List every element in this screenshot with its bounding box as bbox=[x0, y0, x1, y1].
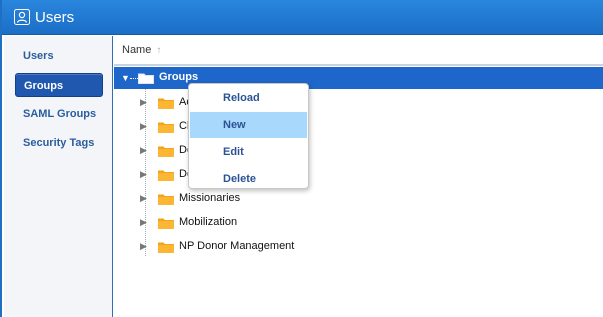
collapsed-triangle-icon[interactable]: ▶ bbox=[140, 169, 147, 180]
tree-row[interactable]: ▶ Mobilization bbox=[114, 212, 603, 234]
window-title: Users bbox=[35, 8, 75, 26]
name-column-header[interactable]: Name ↑ bbox=[114, 36, 603, 66]
title-bar[interactable]: Users bbox=[2, 0, 603, 35]
sidebar-item-security-tags[interactable]: Security Tags bbox=[15, 131, 103, 155]
open-folder-icon bbox=[138, 72, 154, 84]
folder-icon bbox=[158, 241, 174, 253]
column-header-label: Name bbox=[122, 44, 152, 56]
folder-icon bbox=[158, 193, 174, 205]
menu-item-reload[interactable]: Reload bbox=[190, 85, 307, 111]
sort-up-arrow-icon: ↑ bbox=[156, 44, 162, 56]
collapsed-triangle-icon[interactable]: ▶ bbox=[140, 193, 147, 204]
folder-icon bbox=[158, 217, 174, 229]
folder-icon bbox=[158, 97, 174, 109]
tree-root-label: Groups bbox=[159, 71, 199, 83]
sidebar: Users Groups SAML Groups Security Tags bbox=[4, 36, 113, 317]
folder-icon bbox=[158, 145, 174, 157]
collapsed-triangle-icon[interactable]: ▶ bbox=[140, 97, 147, 108]
tree-item-label: Missionaries bbox=[179, 192, 241, 204]
tree-row[interactable]: ▶ NP Donor Management bbox=[114, 236, 603, 258]
sidebar-item-saml-groups[interactable]: SAML Groups bbox=[15, 102, 103, 126]
tree-item-label: Mobilization bbox=[179, 216, 238, 228]
collapsed-triangle-icon[interactable]: ▶ bbox=[140, 217, 147, 228]
users-icon bbox=[14, 9, 30, 25]
menu-item-edit[interactable]: Edit bbox=[190, 139, 307, 165]
users-window: Users Users Groups SAML Groups Security … bbox=[0, 0, 603, 317]
context-menu: Reload New Edit Delete bbox=[188, 83, 309, 189]
menu-item-new[interactable]: New bbox=[190, 112, 307, 138]
collapsed-triangle-icon[interactable]: ▶ bbox=[140, 145, 147, 156]
tree-row[interactable]: ▶ Missionaries bbox=[114, 188, 603, 210]
sidebar-item-users[interactable]: Users bbox=[15, 44, 103, 68]
sidebar-item-groups[interactable]: Groups bbox=[15, 73, 103, 97]
folder-icon bbox=[158, 169, 174, 181]
tree-connector bbox=[130, 78, 138, 79]
tree-item-label: NP Donor Management bbox=[179, 240, 295, 252]
menu-item-delete[interactable]: Delete bbox=[190, 166, 307, 192]
collapsed-triangle-icon[interactable]: ▶ bbox=[140, 241, 147, 252]
expanded-triangle-icon[interactable]: ▼ bbox=[121, 73, 130, 83]
collapsed-triangle-icon[interactable]: ▶ bbox=[140, 121, 147, 132]
folder-icon bbox=[158, 121, 174, 133]
